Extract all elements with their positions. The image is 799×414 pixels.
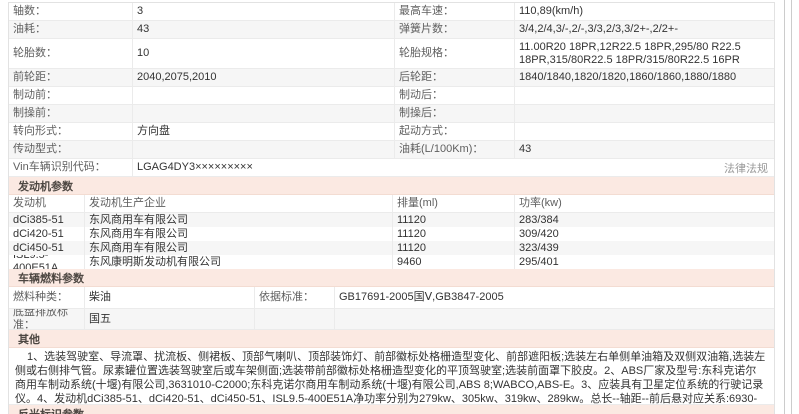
spec-value: 10 (133, 39, 395, 68)
fuel-value (335, 309, 774, 329)
fuel-value: GB17691-2005国Ⅴ,GB3847-2005 (335, 287, 774, 308)
engine-col-header: 发动机生产企业 (85, 195, 393, 212)
spec-value: 3/4,2/4,3/-,2/-,3/3,2/3,3/2+-,2/2+- (515, 21, 774, 38)
spec-label: 最高车速： (395, 3, 515, 20)
vin-value: LGAG4DY3××××××××× (133, 159, 718, 176)
spec-label: 前轮距： (9, 69, 133, 86)
section-header-reflective-marking: 反光标识参数 (9, 405, 774, 414)
spec-label: 制动后： (395, 87, 515, 104)
spec-row: 制操前： 制操后： (9, 105, 774, 123)
vin-row: Vin车辆识别代码： LGAG4DY3××××××××× 法律法规 (9, 159, 774, 177)
spec-value (515, 105, 774, 122)
section-header-other: 其他 (9, 330, 774, 348)
spec-row: 前轮距： 2040,2075,2010 后轮距： 1840/1840,1820/… (9, 69, 774, 87)
engine-table-header: 发动机 发动机生产企业 排量(ml) 功率(kw) (9, 195, 774, 213)
engine-displacement: 11120 (393, 227, 515, 241)
engine-displacement: 11120 (393, 241, 515, 255)
spec-row: 轮胎数： 10 轮胎规格： 11.00R20 18PR,12R22.5 18PR… (9, 39, 774, 69)
spec-label: 制操前： (9, 105, 133, 122)
engine-table-row: dCi450-51 东风商用车有限公司 11120 323/439 (9, 241, 774, 255)
fuel-label: 依据标准： (255, 287, 335, 308)
vehicle-spec-table: 轴数： 3 最高车速： 110,89(km/h) 油耗： 43 弹簧片数： 3/… (8, 2, 775, 414)
spec-label: 起动方式： (395, 123, 515, 140)
engine-col-header: 排量(ml) (393, 195, 515, 212)
legal-regulations-link[interactable]: 法律法规 (718, 159, 774, 176)
spec-label: 制操后： (395, 105, 515, 122)
spec-label: 后轮距： (395, 69, 515, 86)
spec-label: 弹簧片数： (395, 21, 515, 38)
spec-value (133, 87, 395, 104)
spec-value: 2040,2075,2010 (133, 69, 395, 86)
other-notes-paragraph: 1、选装驾驶室、导流罩、扰流板、侧裙板、顶部气喇叭、顶部装饰灯、前部徽标处格栅造… (9, 348, 774, 405)
fuel-row: 底盘排放标准： 国五 (9, 309, 774, 330)
spec-value: 方向盘 (133, 123, 395, 140)
engine-displacement: 9460 (393, 255, 515, 269)
spec-label: 轮胎数： (9, 39, 133, 68)
spec-value: 43 (133, 21, 395, 38)
engine-manufacturer: 东风康明斯发动机有限公司 (85, 255, 393, 269)
spec-value: 3 (133, 3, 395, 20)
spec-label: 轮胎规格： (395, 39, 515, 68)
fuel-row: 燃料种类： 柴油 依据标准： GB17691-2005国Ⅴ,GB3847-200… (9, 287, 774, 309)
section-header-fuel-params: 车辆燃料参数 (9, 269, 774, 287)
spec-label: 制动前： (9, 87, 133, 104)
engine-manufacturer: 东风商用车有限公司 (85, 227, 393, 241)
engine-model: dCi385-51 (9, 213, 85, 227)
engine-model: dCi420-51 (9, 227, 85, 241)
spec-label: 油耗(L/100Km)： (395, 141, 515, 158)
spec-row: 转向形式： 方向盘 起动方式： (9, 123, 774, 141)
engine-col-header: 发动机 (9, 195, 85, 212)
spec-value: 43 (515, 141, 774, 158)
spec-value (133, 141, 395, 158)
engine-col-header: 功率(kw) (515, 195, 774, 212)
fuel-label: 燃料种类： (9, 287, 85, 308)
spec-value: 11.00R20 18PR,12R22.5 18PR,295/80 R22.5 … (515, 39, 774, 68)
engine-model: ISL9.5-400E51A (9, 255, 85, 269)
engine-model: dCi450-51 (9, 241, 85, 255)
spec-value (133, 105, 395, 122)
spec-value (515, 123, 774, 140)
engine-table-row: dCi420-51 东风商用车有限公司 11120 309/420 (9, 227, 774, 241)
engine-displacement: 11120 (393, 213, 515, 227)
engine-power: 283/384 (515, 213, 774, 227)
engine-manufacturer: 东风商用车有限公司 (85, 213, 393, 227)
spec-value (515, 87, 774, 104)
engine-power: 295/401 (515, 255, 774, 269)
spec-row: 传动型式： 油耗(L/100Km)： 43 (9, 141, 774, 159)
spec-label: 传动型式： (9, 141, 133, 158)
engine-power: 309/420 (515, 227, 774, 241)
spec-row: 轴数： 3 最高车速： 110,89(km/h) (9, 3, 774, 21)
vehicle-announcement-page: 轴数： 3 最高车速： 110,89(km/h) 油耗： 43 弹簧片数： 3/… (0, 0, 799, 414)
spec-label: 轴数： (9, 3, 133, 20)
fuel-label (255, 309, 335, 329)
fuel-label: 底盘排放标准： (9, 309, 85, 329)
spec-value: 110,89(km/h) (515, 3, 774, 20)
engine-table-row: dCi385-51 东风商用车有限公司 11120 283/384 (9, 213, 774, 227)
fuel-value: 柴油 (85, 287, 255, 308)
spec-row: 制动前： 制动后： (9, 87, 774, 105)
section-header-engine-params: 发动机参数 (9, 177, 774, 195)
spec-row: 油耗： 43 弹簧片数： 3/4,2/4,3/-,2/-,3/3,2/3,3/2… (9, 21, 774, 39)
scrollbar[interactable] (784, 0, 792, 414)
engine-manufacturer: 东风商用车有限公司 (85, 241, 393, 255)
fuel-value: 国五 (85, 309, 255, 329)
spec-value: 1840/1840,1820/1820,1860/1860,1880/1880 (515, 69, 774, 86)
engine-table-row: ISL9.5-400E51A 东风康明斯发动机有限公司 9460 295/401 (9, 255, 774, 269)
spec-label: 转向形式： (9, 123, 133, 140)
vin-label: Vin车辆识别代码： (9, 159, 133, 176)
engine-power: 323/439 (515, 241, 774, 255)
spec-label: 油耗： (9, 21, 133, 38)
